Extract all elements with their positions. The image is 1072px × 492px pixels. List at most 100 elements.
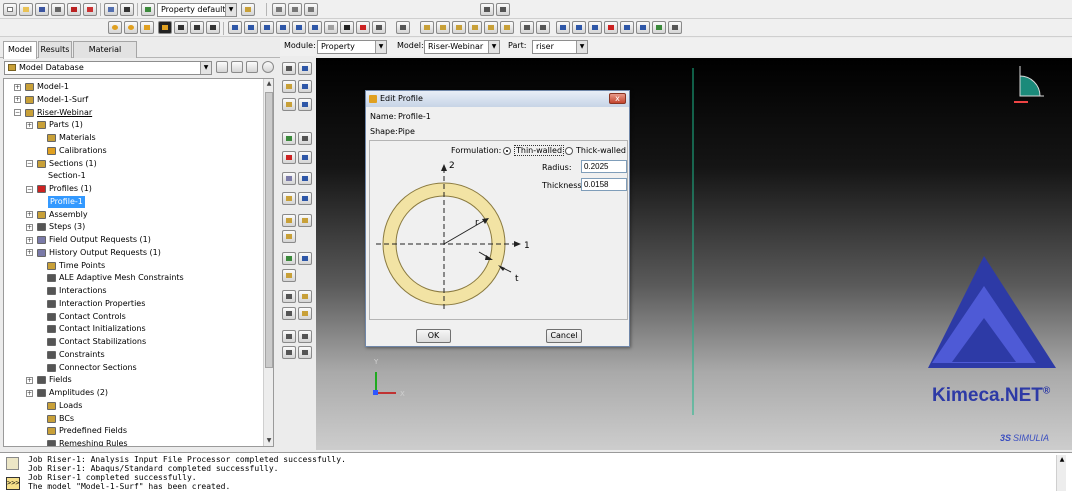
- datum-axis-icon[interactable]: [298, 252, 312, 265]
- tree-item[interactable]: Time Points: [59, 260, 105, 272]
- stringer-manager-icon[interactable]: [298, 192, 312, 205]
- create-profile-icon[interactable]: [282, 132, 296, 145]
- tree-item[interactable]: History Output Requests (1): [49, 247, 161, 259]
- tree-expander-icon[interactable]: +: [14, 83, 21, 91]
- query-a-icon[interactable]: [282, 330, 296, 343]
- display-group-icon[interactable]: [396, 21, 410, 34]
- ok-button[interactable]: OK: [416, 329, 451, 343]
- color-b-icon[interactable]: [572, 21, 586, 34]
- tree-expander-icon[interactable]: −: [26, 160, 33, 167]
- color-a-icon[interactable]: [556, 21, 570, 34]
- options-icon[interactable]: [288, 3, 302, 16]
- scroll-up-icon[interactable]: ▲: [1057, 455, 1067, 465]
- tree-expander-icon[interactable]: −: [26, 185, 33, 193]
- rotate-icon[interactable]: [190, 21, 204, 34]
- fit-view-icon[interactable]: [324, 21, 338, 34]
- datum-csys-icon[interactable]: [282, 269, 296, 282]
- mesh-display-icon[interactable]: [420, 21, 434, 34]
- render-style-select[interactable]: Property defaults ▼: [157, 3, 237, 17]
- tree-item[interactable]: Contact Controls: [59, 311, 126, 323]
- tab-model[interactable]: Model: [3, 41, 37, 59]
- text-icon[interactable]: [356, 21, 370, 34]
- scroll-down-icon[interactable]: ▼: [264, 436, 273, 446]
- view-top-icon[interactable]: [260, 21, 274, 34]
- tree-expander-icon[interactable]: +: [26, 236, 33, 244]
- tree-item[interactable]: Amplitudes (2): [49, 387, 108, 399]
- assign-section-icon[interactable]: [282, 98, 296, 111]
- translate-icon[interactable]: [174, 21, 188, 34]
- query-icon[interactable]: [272, 3, 286, 16]
- tool-c-icon[interactable]: [468, 21, 482, 34]
- tree-item[interactable]: Fields: [49, 374, 72, 386]
- skin-icon[interactable]: [282, 172, 296, 185]
- tool-d-icon[interactable]: [484, 21, 498, 34]
- view-bottom-icon[interactable]: [276, 21, 290, 34]
- tree-item[interactable]: Calibrations: [59, 145, 107, 157]
- partition-b-icon[interactable]: [298, 290, 312, 303]
- tree-item[interactable]: Profile-1: [48, 195, 85, 208]
- tree-item[interactable]: Model-1: [37, 81, 69, 93]
- thick-walled-radio[interactable]: [565, 147, 573, 155]
- render-style-icon[interactable]: [141, 3, 155, 16]
- text-annotate-icon[interactable]: [496, 3, 510, 16]
- model-database-select[interactable]: Model Database ▼: [4, 61, 212, 75]
- assign-beam-orientation-icon[interactable]: [298, 132, 312, 145]
- query-c-icon[interactable]: [282, 346, 296, 359]
- tab-material-library[interactable]: Material Library: [73, 41, 137, 69]
- tree-item[interactable]: Assembly: [49, 209, 88, 221]
- layers-icon[interactable]: [480, 3, 494, 16]
- select-tool-icon[interactable]: [140, 21, 154, 34]
- tree-expander-icon[interactable]: +: [26, 249, 33, 257]
- tree-item[interactable]: Steps (3): [49, 221, 85, 233]
- display-options-b-icon[interactable]: [536, 21, 550, 34]
- filter-icon[interactable]: [246, 61, 258, 73]
- color-d-icon[interactable]: [604, 21, 618, 34]
- color-code-icon[interactable]: [372, 21, 386, 34]
- datum-point-icon[interactable]: [282, 252, 296, 265]
- tree-scrollbar[interactable]: ▲ ▼: [263, 79, 273, 446]
- tree-item[interactable]: Interactions: [59, 285, 107, 297]
- create-material-icon[interactable]: [282, 62, 296, 75]
- scroll-up-icon[interactable]: ▲: [264, 79, 273, 89]
- legend-icon[interactable]: [304, 3, 318, 16]
- tool-a-icon[interactable]: [436, 21, 450, 34]
- tree-item[interactable]: Field Output Requests (1): [49, 234, 151, 246]
- tree-expander-icon[interactable]: +: [26, 211, 33, 218]
- cancel-button[interactable]: Cancel: [546, 329, 582, 343]
- tree-item[interactable]: ALE Adaptive Mesh Constraints: [59, 272, 184, 284]
- collapse-all-icon[interactable]: [231, 61, 243, 73]
- view-front-icon[interactable]: [228, 21, 242, 34]
- tree-expander-icon[interactable]: +: [26, 223, 33, 231]
- thin-walled-radio[interactable]: [503, 147, 511, 155]
- thin-walled-label[interactable]: Thin-walled: [514, 145, 565, 156]
- partition-c-icon[interactable]: [282, 307, 296, 320]
- thickness-input[interactable]: [581, 178, 627, 191]
- tree-item[interactable]: Materials: [59, 132, 96, 144]
- material-manager-icon[interactable]: [298, 62, 312, 75]
- create-section-icon[interactable]: [282, 80, 296, 93]
- view-options-icon[interactable]: [241, 3, 255, 16]
- hierarchy-icon[interactable]: [120, 3, 134, 16]
- view-iso-icon[interactable]: [308, 21, 322, 34]
- special-c-icon[interactable]: [282, 230, 296, 243]
- tree-item[interactable]: Section-1: [48, 170, 86, 182]
- color-c-icon[interactable]: [588, 21, 602, 34]
- tree-item[interactable]: Remeshing Rules: [59, 438, 128, 446]
- tree-item[interactable]: Sections (1): [49, 158, 97, 170]
- skin-manager-icon[interactable]: [298, 172, 312, 185]
- model-select[interactable]: Riser-Webinar ▼: [424, 40, 500, 54]
- tree-expander-icon[interactable]: +: [14, 96, 21, 104]
- partition-d-icon[interactable]: [298, 307, 312, 320]
- zoom-icon[interactable]: [206, 21, 220, 34]
- tool-e-icon[interactable]: [500, 21, 514, 34]
- profile-manager-icon[interactable]: [298, 151, 312, 164]
- part-select[interactable]: riser ▼: [532, 40, 588, 54]
- tree-expander-icon[interactable]: +: [26, 121, 33, 129]
- export-icon[interactable]: [83, 3, 97, 16]
- import-icon[interactable]: [67, 3, 81, 16]
- tree-item[interactable]: Interaction Properties: [59, 298, 145, 310]
- python-prompt-icon[interactable]: >>>: [6, 477, 20, 490]
- print-icon[interactable]: [51, 3, 65, 16]
- expand-all-icon[interactable]: [216, 61, 228, 73]
- color-e-icon[interactable]: [620, 21, 634, 34]
